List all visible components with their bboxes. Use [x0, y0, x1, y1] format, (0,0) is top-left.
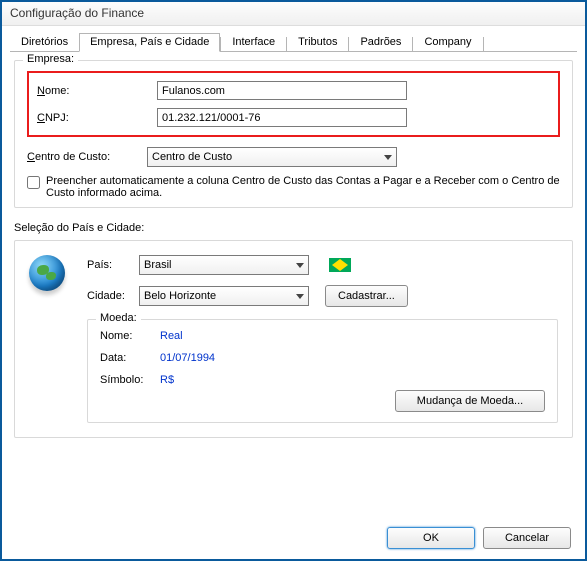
select-pais[interactable]: Brasil — [139, 255, 309, 275]
label-moeda-data: Data: — [100, 352, 160, 364]
title-bar: Configuração do Finance — [2, 2, 585, 26]
tab-interface[interactable]: Interface — [221, 33, 286, 51]
content-area: Diretórios Empresa, País e Cidade Interf… — [2, 26, 585, 559]
cancel-button[interactable]: Cancelar — [483, 527, 571, 549]
tab-separator — [483, 37, 484, 51]
tab-strip: Diretórios Empresa, País e Cidade Interf… — [10, 32, 577, 52]
select-pais-value: Brasil — [144, 259, 172, 271]
tab-padroes[interactable]: Padrões — [349, 33, 412, 51]
group-empresa-title: Empresa: — [23, 53, 78, 65]
label-nome: Nome: — [37, 85, 157, 97]
section-title-selecao: Seleção do País e Cidade: — [14, 222, 573, 234]
label-cidade: Cidade: — [87, 290, 139, 302]
flag-brazil-icon — [329, 258, 351, 272]
select-centro-custo-value: Centro de Custo — [152, 151, 232, 163]
chevron-down-icon — [296, 263, 304, 268]
select-centro-custo[interactable]: Centro de Custo — [147, 147, 397, 167]
group-empresa: Empresa: Nome: CNPJ: Centro de Custo: Ce… — [14, 60, 573, 208]
cadastrar-button[interactable]: Cadastrar... — [325, 285, 408, 307]
footer: OK Cancelar — [10, 519, 577, 551]
input-nome[interactable] — [157, 81, 407, 100]
checkbox-preencher-auto-label: Preencher automaticamente a coluna Centr… — [46, 175, 560, 199]
chevron-down-icon — [384, 155, 392, 160]
group-moeda: Moeda: Nome: Real Data: 01/07/1994 Símbo… — [87, 319, 558, 423]
ok-button[interactable]: OK — [387, 527, 475, 549]
chevron-down-icon — [296, 294, 304, 299]
select-cidade-value: Belo Horizonte — [144, 290, 216, 302]
value-moeda-simbolo: R$ — [160, 374, 174, 386]
value-moeda-nome: Real — [160, 330, 183, 342]
label-moeda-nome: Nome: — [100, 330, 160, 342]
highlight-box: Nome: CNPJ: — [27, 71, 560, 137]
tab-company[interactable]: Company — [413, 33, 482, 51]
tab-diretorios[interactable]: Diretórios — [10, 33, 79, 51]
window-title: Configuração do Finance — [10, 6, 144, 20]
label-cnpj: CNPJ: — [37, 112, 157, 124]
select-cidade[interactable]: Belo Horizonte — [139, 286, 309, 306]
mudanca-moeda-button[interactable]: Mudança de Moeda... — [395, 390, 545, 412]
checkbox-preencher-auto[interactable] — [27, 176, 40, 189]
group-moeda-title: Moeda: — [96, 312, 141, 324]
group-selecao: País: Brasil Cidade: Belo Horizonte — [14, 240, 573, 438]
value-moeda-data: 01/07/1994 — [160, 352, 215, 364]
tab-empresa-pais-cidade[interactable]: Empresa, País e Cidade — [79, 33, 220, 52]
globe-icon — [29, 255, 65, 291]
tab-tributos[interactable]: Tributos — [287, 33, 348, 51]
input-cnpj[interactable] — [157, 108, 407, 127]
label-centro-custo: Centro de Custo: — [27, 151, 147, 163]
label-moeda-simbolo: Símbolo: — [100, 374, 160, 386]
label-pais: País: — [87, 259, 139, 271]
